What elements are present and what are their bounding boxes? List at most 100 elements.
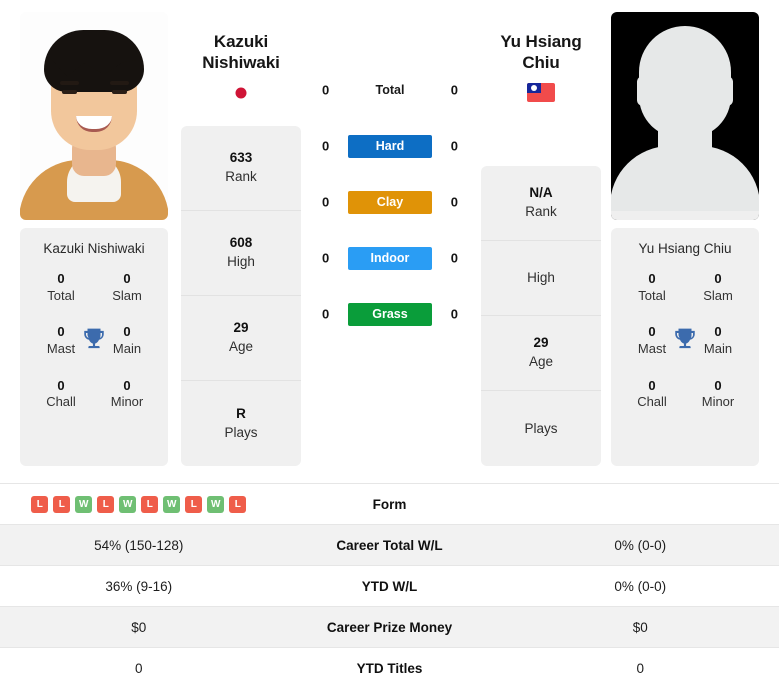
titles-total: 0 Total bbox=[619, 270, 685, 304]
stat-age: 29 Age bbox=[181, 296, 301, 381]
stat-rank-value: N/A bbox=[529, 185, 553, 201]
table-row-career-prize-money: $0 Career Prize Money $0 bbox=[0, 606, 779, 647]
surface-total-left-value: 0 bbox=[322, 82, 330, 98]
silhouette-ear-right bbox=[721, 76, 733, 106]
stat-rank: N/A Rank bbox=[481, 166, 601, 241]
right-titles-grid: 0 Total 0 Slam 0 Mast 0 Main 0 Chall 0 M… bbox=[611, 266, 759, 411]
surface-comparison: 0 Total 0 0 Hard 0 0 Clay 0 0 Indoor 0 0 bbox=[313, 62, 467, 342]
titles-minor: 0 Minor bbox=[685, 377, 751, 411]
surface-indoor-badge[interactable]: Indoor bbox=[348, 246, 432, 270]
form-badge-4[interactable]: L bbox=[97, 495, 115, 513]
titles-slam: 0 Slam bbox=[94, 270, 160, 304]
right-card-player-name: Yu Hsiang Chiu bbox=[638, 241, 732, 256]
stat-plays: R Plays bbox=[181, 381, 301, 466]
titles-chall-label: Chall bbox=[637, 394, 667, 410]
left-value: 54% (150-128) bbox=[94, 537, 184, 553]
stat-plays-label: Plays bbox=[224, 424, 258, 440]
table-row-ytd-wl: 36% (9-16) YTD W/L 0% (0-0) bbox=[0, 565, 779, 606]
surface-grass-badge[interactable]: Grass bbox=[348, 302, 432, 326]
japan-flag-icon bbox=[227, 83, 255, 103]
table-row-label: Career Prize Money bbox=[326, 619, 453, 635]
left-value: $0 bbox=[131, 619, 147, 635]
titles-minor-value: 0 bbox=[123, 377, 131, 393]
titles-slam-value: 0 bbox=[714, 271, 722, 286]
right-player-stats: N/A Rank High 29 Age Plays bbox=[481, 166, 601, 466]
silhouette-base bbox=[611, 211, 759, 220]
titles-slam-value: 0 bbox=[123, 271, 131, 286]
trophy-icon bbox=[81, 326, 107, 352]
stat-rank-value: 633 bbox=[229, 150, 253, 166]
right-player-photo[interactable] bbox=[611, 12, 759, 220]
form-badge-3[interactable]: W bbox=[75, 495, 93, 513]
stat-high: 608 High bbox=[181, 211, 301, 296]
titles-minor-value: 0 bbox=[714, 377, 722, 393]
titles-minor: 0 Minor bbox=[94, 377, 160, 411]
right-value: 0% (0-0) bbox=[614, 578, 667, 594]
right-value: $0 bbox=[632, 619, 648, 635]
stat-high-value: 608 bbox=[229, 235, 253, 251]
stat-age-value: 29 bbox=[533, 335, 549, 351]
surface-row-indoor: 0 Indoor 0 bbox=[313, 230, 467, 286]
left-player-titles-card: Kazuki Nishiwaki 0 Total 0 Slam 0 Mast 0… bbox=[20, 228, 168, 466]
stat-high-label: High bbox=[527, 270, 555, 286]
titles-total: 0 Total bbox=[28, 270, 94, 304]
portrait-eye-right bbox=[112, 90, 127, 94]
left-value: 0 bbox=[134, 660, 143, 676]
form-badge-10[interactable]: L bbox=[229, 495, 247, 513]
stat-rank: 633 Rank bbox=[181, 126, 301, 211]
form-badge-5[interactable]: W bbox=[119, 495, 137, 513]
surface-total-label: Total bbox=[375, 83, 405, 97]
left-player-photo[interactable] bbox=[20, 12, 168, 220]
titles-total-label: Total bbox=[47, 287, 75, 303]
surface-clay-badge[interactable]: Clay bbox=[348, 190, 432, 214]
titles-slam-label: Slam bbox=[703, 287, 733, 303]
titles-chall: 0 Chall bbox=[28, 377, 94, 411]
form-badge-1[interactable]: L bbox=[31, 495, 49, 513]
stat-age-value: 29 bbox=[233, 320, 249, 336]
form-badge-9[interactable]: W bbox=[207, 495, 225, 513]
left-player-portrait bbox=[20, 12, 168, 220]
form-badge-8[interactable]: L bbox=[185, 495, 203, 513]
comparison-table: LLWLWLWLWL Form 54% (150-128) Career Tot… bbox=[0, 483, 779, 688]
surface-hard-right-value: 0 bbox=[450, 138, 458, 154]
stat-age-label: Age bbox=[228, 339, 254, 354]
surface-indoor-right-value: 0 bbox=[450, 250, 458, 266]
titles-chall-value: 0 bbox=[648, 377, 656, 393]
surface-clay-right-value: 0 bbox=[450, 194, 458, 210]
surface-total-right-value: 0 bbox=[450, 82, 458, 98]
stat-age-label: Age bbox=[528, 354, 554, 369]
titles-minor-label: Minor bbox=[110, 394, 144, 410]
left-titles-grid: 0 Total 0 Slam 0 Mast 0 Main 0 Chall 0 M… bbox=[20, 266, 168, 411]
titles-total-label: Total bbox=[638, 287, 666, 303]
titles-minor-label: Minor bbox=[701, 394, 735, 410]
titles-chall-value: 0 bbox=[57, 377, 65, 393]
surface-row-clay: 0 Clay 0 bbox=[313, 174, 467, 230]
right-player-name-line1: Yu Hsiang bbox=[500, 32, 582, 51]
table-row-form: LLWLWLWLWL Form bbox=[0, 483, 779, 524]
silhouette-ear-left bbox=[637, 76, 649, 106]
stat-high: High bbox=[481, 241, 601, 316]
trophy-icon bbox=[672, 326, 698, 352]
silhouette-shoulders bbox=[611, 146, 759, 212]
form-badge-2[interactable]: L bbox=[53, 495, 71, 513]
titles-chall-label: Chall bbox=[46, 394, 76, 410]
right-player-name-line2: Chiu bbox=[522, 52, 560, 72]
table-row-ytd-titles: 0 YTD Titles 0 bbox=[0, 647, 779, 688]
table-row-label: Form bbox=[372, 496, 407, 512]
table-row-label: Career Total W/L bbox=[336, 537, 443, 553]
japan-flag bbox=[227, 83, 255, 103]
form-badge-7[interactable]: W bbox=[163, 495, 181, 513]
left-player-name-line2: Nishiwaki bbox=[202, 52, 280, 72]
titles-total-value: 0 bbox=[648, 271, 656, 286]
portrait-hair bbox=[44, 30, 144, 92]
right-value: 0% (0-0) bbox=[614, 537, 667, 553]
right-player-header: Yu Hsiang Chiu bbox=[466, 32, 616, 103]
surface-row-total: 0 Total 0 bbox=[313, 62, 467, 118]
right-player-titles-card: Yu Hsiang Chiu 0 Total 0 Slam 0 Mast 0 M… bbox=[611, 228, 759, 466]
portrait-eyebrow-right bbox=[110, 81, 129, 85]
form-badge-6[interactable]: L bbox=[141, 495, 159, 513]
surface-hard-badge[interactable]: Hard bbox=[348, 134, 432, 158]
titles-chall: 0 Chall bbox=[619, 377, 685, 411]
stat-rank-label: Rank bbox=[525, 204, 557, 219]
left-player-name-line1: Kazuki bbox=[213, 32, 269, 51]
